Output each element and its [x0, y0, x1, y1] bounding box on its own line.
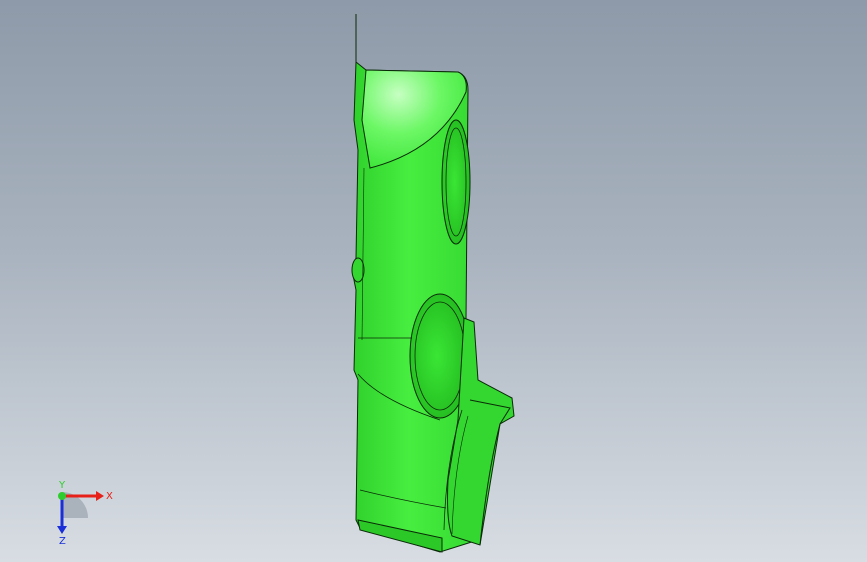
z-axis-label: Z: [59, 536, 66, 547]
z-axis-arrow: [57, 526, 67, 534]
y-axis-dot: [58, 492, 66, 500]
green-part-model[interactable]: [0, 0, 867, 562]
side-nub: [351, 257, 365, 283]
x-axis-label: X: [106, 491, 113, 502]
x-axis-arrow: [96, 491, 104, 501]
orientation-triad: X Y Z: [57, 480, 113, 547]
cad-graphics-viewport[interactable]: X Y Z: [0, 0, 867, 562]
y-axis-label: Y: [58, 480, 66, 491]
